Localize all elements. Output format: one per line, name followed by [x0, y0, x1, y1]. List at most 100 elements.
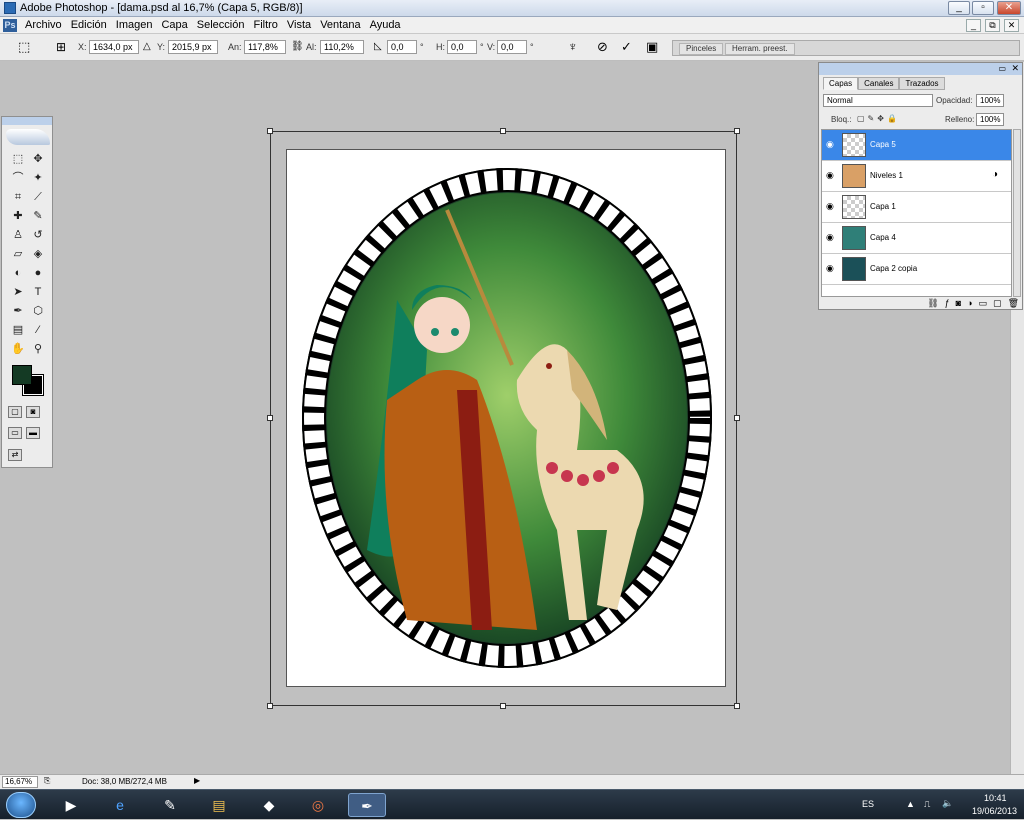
eye-icon[interactable]: ◉ — [826, 232, 838, 242]
magic-wand-icon[interactable]: ✦ — [28, 170, 48, 187]
layer-row[interactable]: ◉ Capa 1 — [822, 192, 1011, 223]
quickmask-mode-icon[interactable]: ◙ — [26, 406, 40, 418]
opacity-field[interactable]: 100% — [976, 94, 1004, 107]
standard-mode-icon[interactable]: ▢ — [8, 406, 22, 418]
fill-field[interactable]: 100% — [976, 113, 1004, 126]
layer-style-icon[interactable]: ƒ — [945, 298, 950, 309]
menu-ventana[interactable]: Ventana — [317, 19, 366, 31]
eyedropper-icon[interactable]: ⁄ — [28, 322, 48, 339]
panel-close-icon[interactable]: ✕ — [1011, 63, 1019, 74]
path-selection-icon[interactable]: ➤ — [8, 284, 28, 301]
zoom-field[interactable]: 16,67% — [2, 776, 38, 788]
volume-icon[interactable]: 🔈 — [942, 798, 953, 809]
eye-icon[interactable]: ◉ — [826, 201, 838, 211]
transform-handle[interactable] — [734, 415, 740, 421]
slice-tool-icon[interactable]: ⟋ — [28, 189, 48, 206]
internet-explorer-icon[interactable]: e — [101, 793, 139, 817]
y-field[interactable]: 2015,9 px — [168, 40, 218, 54]
menu-ayuda[interactable]: Ayuda — [367, 19, 407, 31]
photo-app-icon[interactable]: ◆ — [250, 793, 288, 817]
menu-capa[interactable]: Capa — [158, 19, 193, 31]
transform-handle[interactable] — [500, 128, 506, 134]
explorer-folder-icon[interactable]: ▤ — [200, 793, 238, 817]
transform-handle[interactable] — [500, 703, 506, 709]
menu-filtro[interactable]: Filtro — [250, 19, 283, 31]
chrome-icon[interactable]: ◎ — [299, 793, 337, 817]
history-brush-icon[interactable]: ↺ — [28, 227, 48, 244]
tab-herram-preest[interactable]: Herram. preest. — [725, 43, 795, 55]
zoom-tool-icon[interactable]: ⚲ — [28, 341, 48, 358]
type-tool-icon[interactable]: T — [28, 284, 48, 301]
app-icon[interactable]: ✎ — [151, 793, 189, 817]
panel-minimize-icon[interactable]: ▭ — [998, 64, 1006, 73]
blur-tool-icon[interactable]: ◐ — [8, 265, 28, 282]
show-hidden-icons-icon[interactable]: ▲ — [906, 799, 915, 809]
transform-handle[interactable] — [267, 703, 273, 709]
adjustment-layer-icon[interactable]: ◑ — [967, 298, 972, 309]
feather-logo-icon[interactable] — [6, 129, 50, 145]
marquee-tool-icon[interactable]: ⬚ — [8, 151, 28, 168]
blend-mode-select[interactable]: Normal — [823, 94, 933, 107]
status-menu-arrow-icon[interactable]: ▶ — [194, 776, 200, 785]
clock-date[interactable]: 19/06/2013 — [972, 806, 1017, 816]
layers-panel-header[interactable]: ▭ ✕ — [819, 63, 1022, 75]
doc-minimize-button[interactable]: _ — [966, 19, 981, 32]
tab-capas[interactable]: Capas — [823, 77, 859, 90]
width-field[interactable]: 117,8% — [244, 40, 286, 54]
link-icon[interactable]: ⛓ — [291, 39, 304, 55]
tab-canales[interactable]: Canales — [858, 77, 900, 90]
doc-restore-button[interactable]: ⧉ — [985, 19, 1000, 32]
notes-tool-icon[interactable]: ▤ — [8, 322, 28, 339]
layer-row[interactable]: ◉ Capa 4 — [822, 223, 1011, 254]
screen-mode-2-icon[interactable]: ▬ — [26, 427, 40, 439]
menu-archivo[interactable]: Archivo — [22, 19, 68, 31]
start-button[interactable] — [6, 792, 36, 818]
close-button[interactable]: ✕ — [997, 1, 1021, 15]
language-indicator[interactable]: ES — [862, 799, 874, 809]
document-canvas[interactable] — [286, 149, 726, 687]
transform-handle[interactable] — [267, 128, 273, 134]
layer-row[interactable]: ◉ Capa 2 copia — [822, 254, 1011, 285]
layers-scrollbar[interactable] — [1013, 129, 1021, 297]
new-group-icon[interactable]: ▭ — [979, 298, 988, 309]
eye-icon[interactable]: ◉ — [826, 263, 838, 273]
commit-transform-icon[interactable]: ✓ — [621, 39, 632, 55]
network-icon[interactable]: ⎍ — [924, 799, 930, 810]
lasso-tool-icon[interactable]: ⌒ — [8, 170, 28, 187]
x-field[interactable]: 1634,0 px — [89, 40, 139, 54]
eraser-tool-icon[interactable]: ▱ — [8, 246, 28, 263]
doc-close-button[interactable]: ✕ — [1004, 19, 1019, 32]
move-tool-icon[interactable]: ✥ — [28, 151, 48, 168]
healing-brush-icon[interactable]: ✚ — [8, 208, 28, 225]
relative-position-icon[interactable]: △ — [143, 39, 151, 55]
tab-trazados[interactable]: Trazados — [899, 77, 945, 90]
screen-mode-1-icon[interactable]: ▭ — [8, 427, 22, 439]
paint-bucket-icon[interactable]: ◈ — [28, 246, 48, 263]
cancel-transform-icon[interactable]: ⊘ — [597, 39, 608, 55]
toolbox-header[interactable] — [2, 117, 52, 125]
brush-tool-icon[interactable]: ✎ — [28, 208, 48, 225]
new-layer-icon[interactable]: ▢ — [993, 298, 1002, 309]
hskew-field[interactable]: 0,0 — [447, 40, 477, 54]
menu-edicion[interactable]: Edición — [68, 19, 113, 31]
menu-vista[interactable]: Vista — [284, 19, 317, 31]
transform-handle[interactable] — [734, 128, 740, 134]
minimize-button[interactable]: _ — [948, 1, 970, 15]
layer-mask-icon[interactable]: ◙ — [956, 298, 961, 309]
eye-icon[interactable]: ◉ — [826, 139, 838, 149]
angle-field[interactable]: 0,0 — [387, 40, 417, 54]
reference-point-icon[interactable]: ⊞ — [56, 39, 66, 55]
media-player-icon[interactable]: ▶ — [52, 793, 90, 817]
height-field[interactable]: 110,2% — [320, 40, 364, 54]
warp-icon[interactable]: ♆ — [568, 39, 578, 55]
status-icon[interactable]: ⎘ — [44, 776, 50, 786]
menu-seleccion[interactable]: Selección — [194, 19, 251, 31]
clock-time[interactable]: 10:41 — [984, 793, 1007, 803]
bridge-icon[interactable]: ▣ — [646, 39, 658, 55]
link-layers-icon[interactable]: ⛓ — [927, 298, 938, 309]
eye-icon[interactable]: ◉ — [826, 170, 838, 180]
vskew-field[interactable]: 0,0 — [497, 40, 527, 54]
layer-row[interactable]: ◉ Capa 5 — [822, 130, 1011, 161]
clone-stamp-icon[interactable]: ♙ — [8, 227, 28, 244]
photoshop-taskbar-icon[interactable]: ✒ — [348, 793, 386, 817]
